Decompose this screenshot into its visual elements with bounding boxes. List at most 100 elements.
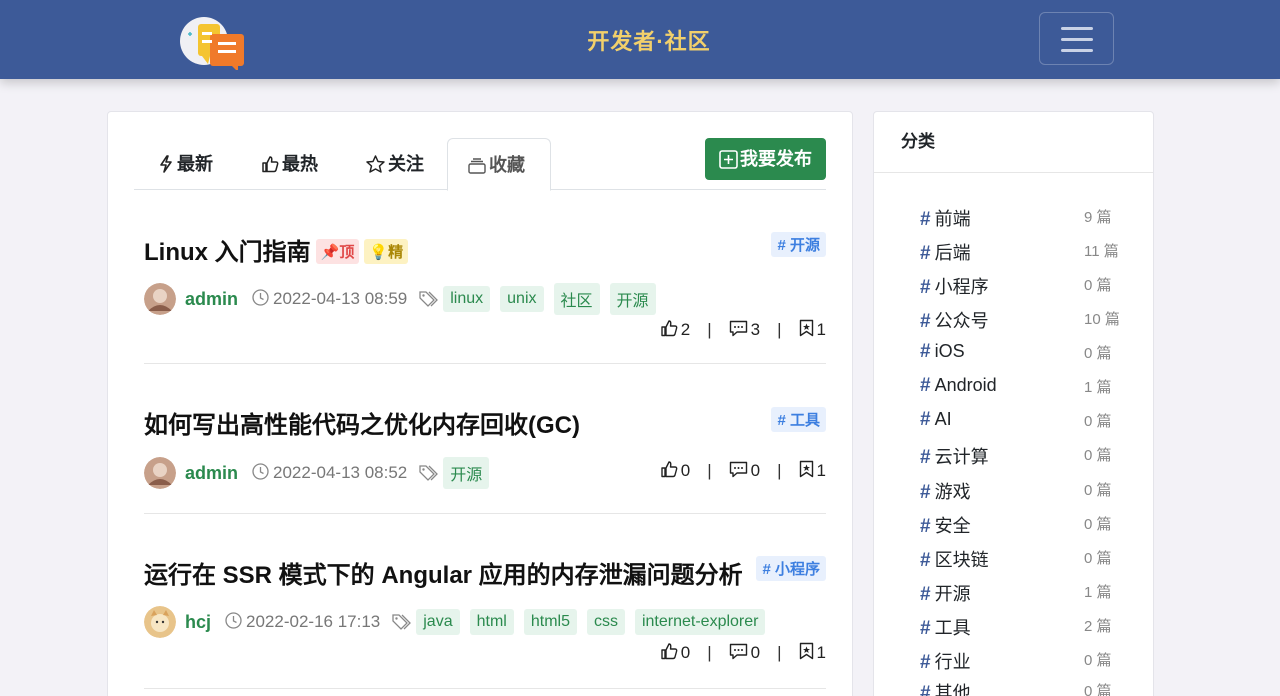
collection-icon <box>468 158 486 174</box>
category-item-open-source[interactable]: # 开源 1 篇 <box>920 580 1130 605</box>
separator: | <box>777 319 782 339</box>
sidebar-title: 分类 <box>874 112 1153 173</box>
tag[interactable]: unix <box>500 286 544 312</box>
likes-stat[interactable]: 0 <box>661 460 690 481</box>
comment-icon <box>729 320 747 336</box>
article-title[interactable]: 如何写出高性能代码之优化内存回收(GC) <box>144 405 580 440</box>
tags-icon <box>419 465 439 481</box>
author-name[interactable]: hcj <box>185 612 211 633</box>
category-item-frontend[interactable]: # 前端 9 篇 <box>920 205 1130 230</box>
tag[interactable]: internet-explorer <box>634 609 766 635</box>
category-name: 公众号 <box>934 311 989 331</box>
hash-icon: # <box>920 311 931 332</box>
article-stats: 2 | 3 | 1 <box>661 319 826 340</box>
likes-stat[interactable]: 2 <box>661 319 690 340</box>
article-item[interactable]: 运行在 SSR 模式下的 Angular 应用的内存泄漏问题分析 # 小程序 h… <box>144 515 826 689</box>
article-item[interactable]: Linux 入门指南 📌顶 💡精 # 开源 admin 2022-04-13 08:… <box>144 215 826 364</box>
tags-icon <box>419 291 439 307</box>
tab-following[interactable]: 关注 <box>366 138 424 190</box>
category-badge[interactable]: # 开源 <box>771 232 826 257</box>
hash-icon: # <box>920 277 931 298</box>
likes-count: 0 <box>680 643 691 662</box>
menu-toggle-button[interactable] <box>1039 12 1114 65</box>
avatar[interactable] <box>144 606 176 638</box>
category-item-industry[interactable]: # 行业 0 篇 <box>920 648 1130 673</box>
category-item-cloud[interactable]: # 云计算 0 篇 <box>920 443 1130 468</box>
category-item-ai[interactable]: # AI 0 篇 <box>920 409 1130 433</box>
category-count: 0 篇 <box>1084 345 1112 362</box>
hash-icon: # <box>920 243 931 264</box>
tab-latest[interactable]: 最新 <box>158 138 213 190</box>
comments-stat[interactable]: 0 <box>729 643 760 663</box>
category-item-miniprogram[interactable]: # 小程序 0 篇 <box>920 273 1130 298</box>
category-name: 安全 <box>934 516 971 536</box>
category-item-security[interactable]: # 安全 0 篇 <box>920 512 1130 537</box>
category-name: 区块链 <box>934 550 989 570</box>
category-item-blockchain[interactable]: # 区块链 0 篇 <box>920 546 1130 571</box>
bookmarks-stat[interactable]: 1 <box>799 460 826 481</box>
publish-date: 2022-02-16 17:13 <box>225 612 380 632</box>
bookmarks-count: 1 <box>816 461 826 480</box>
tab-favorites[interactable]: 收藏 <box>447 138 551 191</box>
top-navbar: 开发者·社区 <box>0 0 1280 79</box>
category-item-official-account[interactable]: # 公众号 10 篇 <box>920 307 1130 332</box>
tag[interactable]: 开源 <box>443 457 490 489</box>
likes-count: 2 <box>680 320 691 339</box>
category-sidebar: 分类 # 前端 9 篇 # 后端 11 篇 # 小程序 0 篇 # 公众号 10 篇 # iOS 0… <box>873 111 1154 696</box>
hash-icon: # <box>920 550 931 571</box>
category-name: 云计算 <box>934 447 989 467</box>
avatar[interactable] <box>144 457 176 489</box>
article-item[interactable]: 如何写出高性能代码之优化内存回收(GC) # 工具 admin 2022-04-… <box>144 365 826 514</box>
category-item-ios[interactable]: # iOS 0 篇 <box>920 341 1130 365</box>
publish-date: 2022-04-13 08:59 <box>252 289 407 309</box>
category-item-other[interactable]: # 其他 0 篇 <box>920 679 1130 696</box>
category-name: 其他 <box>934 683 971 696</box>
article-title[interactable]: 运行在 SSR 模式下的 Angular 应用的内存泄漏问题分析 <box>144 555 743 590</box>
article-meta: hcj 2022-02-16 17:13 java html html5 css… <box>144 606 775 638</box>
tab-label: 最新 <box>177 154 213 174</box>
category-name: 工具 <box>934 618 971 638</box>
article-meta: admin 2022-04-13 08:52 开源 <box>144 457 499 489</box>
tags-icon <box>392 614 412 630</box>
lightbulb-icon: 💡 <box>369 244 389 261</box>
category-count: 0 篇 <box>1084 447 1112 464</box>
tag[interactable]: 开源 <box>609 283 656 315</box>
clock-icon <box>225 612 242 629</box>
category-count: 11 篇 <box>1084 243 1119 260</box>
comments-count: 0 <box>750 460 761 480</box>
category-item-games[interactable]: # 游戏 0 篇 <box>920 478 1130 503</box>
hash-icon: # <box>920 683 931 696</box>
comments-stat[interactable]: 3 <box>729 320 760 340</box>
article-stats: 0 | 0 | 1 <box>661 642 826 663</box>
bookmarks-stat[interactable]: 1 <box>799 642 826 663</box>
bookmarks-stat[interactable]: 1 <box>799 319 826 340</box>
category-count: 0 篇 <box>1084 413 1112 430</box>
category-count: 10 篇 <box>1084 311 1120 328</box>
category-count: 2 篇 <box>1084 618 1112 635</box>
tab-hottest[interactable]: 最热 <box>262 138 318 190</box>
category-badge[interactable]: # 小程序 <box>756 556 826 581</box>
category-badge[interactable]: # 工具 <box>771 407 826 432</box>
bookmark-icon <box>799 642 813 660</box>
bookmarks-count: 1 <box>816 320 826 339</box>
publish-button[interactable]: 我要发布 <box>705 138 826 180</box>
separator: | <box>777 642 782 662</box>
category-item-android[interactable]: # Android 1 篇 <box>920 375 1130 399</box>
tag[interactable]: html <box>469 609 514 635</box>
author-name[interactable]: admin <box>185 289 238 310</box>
tag[interactable]: css <box>586 609 625 635</box>
tag[interactable]: linux <box>443 286 491 312</box>
avatar[interactable] <box>144 283 176 315</box>
category-item-backend[interactable]: # 后端 11 篇 <box>920 239 1130 264</box>
tag[interactable]: html5 <box>523 609 577 635</box>
hamburger-icon <box>1061 27 1093 30</box>
article-title[interactable]: Linux 入门指南 📌顶 💡精 <box>144 232 409 267</box>
tag[interactable]: 社区 <box>553 283 600 315</box>
likes-stat[interactable]: 0 <box>661 642 690 663</box>
clock-icon <box>252 463 269 480</box>
author-name[interactable]: admin <box>185 463 238 484</box>
comments-stat[interactable]: 0 <box>729 461 760 481</box>
tag[interactable]: java <box>416 609 460 635</box>
publish-label: 我要发布 <box>740 149 812 169</box>
category-item-tools[interactable]: # 工具 2 篇 <box>920 614 1130 639</box>
